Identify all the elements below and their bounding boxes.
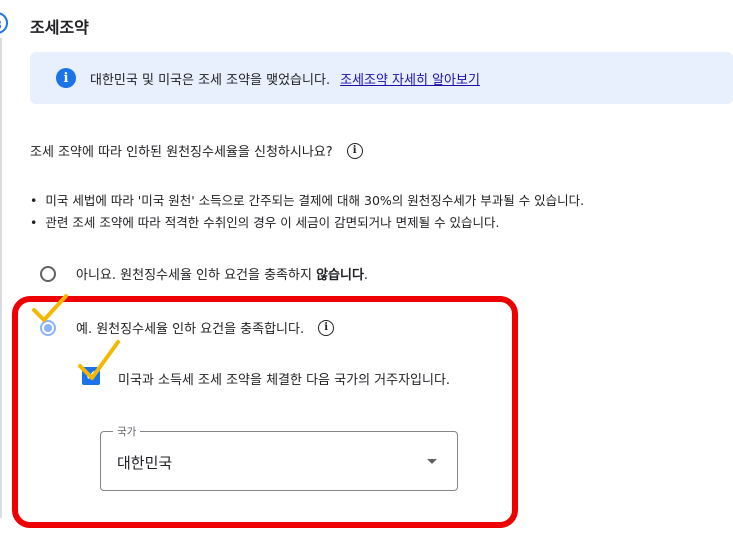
residency-checkbox-label: 미국과 소득세 조세 조약을 체결한 다음 국가의 거주자입니다.	[118, 373, 451, 388]
radio-yes-label: 예. 원천징수세율 인하 요건을 충족합니다.	[76, 322, 305, 337]
radio-no[interactable]	[40, 265, 56, 282]
radio-no-label: 아니요. 원천징수세율 인하 요건을 충족하지 않습니다.	[76, 268, 369, 283]
help-circle-icon[interactable]: i	[346, 142, 363, 159]
radio-yes[interactable]	[40, 319, 56, 336]
country-select[interactable]: 국가 대한민국	[100, 424, 458, 491]
info-banner: i 대한민국 및 미국은 조세 조약을 맺었습니다. 조세조약 자세히 알아보기	[30, 52, 733, 104]
info-icon: i	[56, 68, 76, 88]
info-bullets: 미국 세법에 따라 '미국 원천' 소득으로 간주되는 결제에 대해 30%의 …	[30, 190, 584, 234]
treaty-learn-more-link[interactable]: 조세조약 자세히 알아보기	[340, 69, 480, 88]
stepper-line	[0, 38, 2, 518]
step-indicator: 3	[0, 12, 8, 34]
residency-checkbox[interactable]: ✓	[82, 367, 100, 385]
radio-option-no[interactable]: 아니요. 원천징수세율 인하 요건을 충족하지 않습니다.	[40, 264, 368, 283]
country-select-legend: 국가	[113, 424, 141, 439]
info-text: 대한민국 및 미국은 조세 조약을 맺었습니다.	[90, 72, 331, 88]
bullet-item: 미국 세법에 따라 '미국 원천' 소득으로 간주되는 결제에 대해 30%의 …	[30, 190, 584, 212]
question-text: 조세 조약에 따라 인하된 원천징수세율을 신청하시나요?	[30, 145, 333, 160]
dropdown-arrow-icon[interactable]	[427, 459, 437, 464]
treaty-question: 조세 조약에 따라 인하된 원천징수세율을 신청하시나요? i	[30, 141, 363, 160]
bullet-item: 관련 조세 조약에 따라 적격한 수취인의 경우 이 세금이 감면되거나 면제될…	[30, 212, 584, 234]
help-circle-icon[interactable]: i	[318, 319, 335, 336]
section-title: 조세조약	[30, 18, 89, 37]
country-select-value: 대한민국	[117, 454, 173, 472]
radio-option-yes[interactable]: 예. 원천징수세율 인하 요건을 충족합니다. i	[40, 318, 335, 337]
